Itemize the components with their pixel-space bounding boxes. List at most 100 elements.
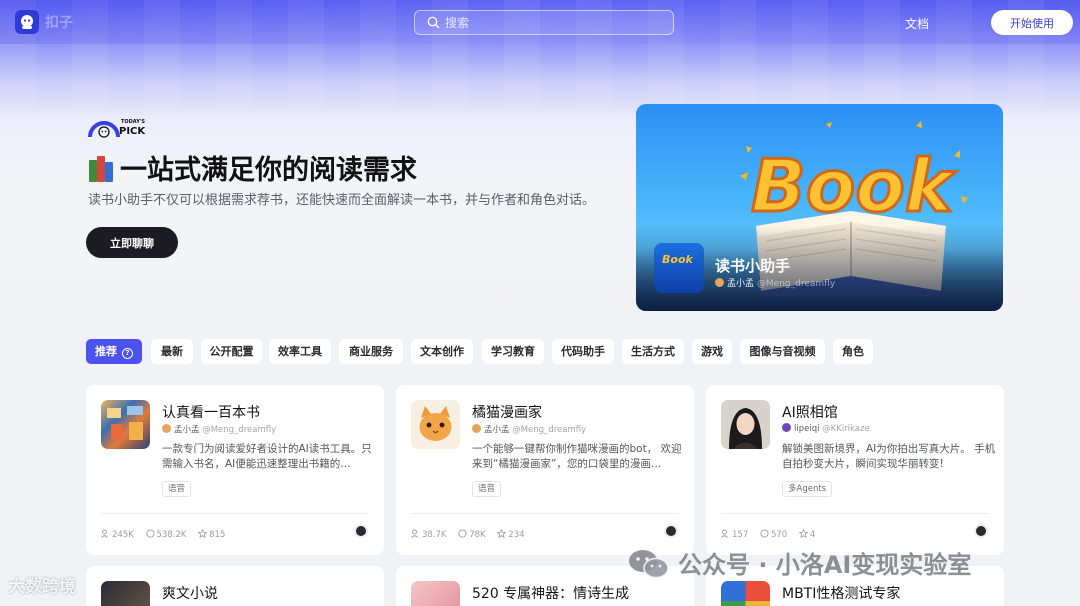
pick-badge-icon [88,121,120,138]
bot-tag: 语音 [472,481,502,497]
tab-characters[interactable]: 角色 [833,339,873,364]
books-icon [88,156,116,182]
user-count: 245K [112,530,134,540]
users-icon [411,529,418,538]
chat-icon [145,529,155,538]
author-handle: @Meng_dreamfly [202,425,277,435]
bot-author[interactable]: lipeiqi @KKirikaze [782,423,870,434]
svg-text:Book: Book [751,144,957,228]
search-box[interactable] [414,10,674,35]
search-input[interactable] [445,14,665,32]
chat-now-button[interactable]: 立即聊聊 [86,227,178,258]
tab-lifestyle[interactable]: 生活方式 [622,339,684,364]
bot-author[interactable]: 孟小孟 @Meng_dreamfly [162,423,276,435]
user-count: 157 [732,530,749,540]
banner-icon-text: Book [662,253,693,266]
author-name: 孟小孟 [174,425,200,435]
tab-education[interactable]: 学习教育 [482,339,544,364]
featured-banner[interactable]: Book Book 读书小助手 孟小孟 @Meng_dreamfly [636,104,1003,311]
banner-author-handle: @Meng_dreamfly [756,279,836,289]
hero-title: 一站式满足你的阅读需求 [120,155,417,186]
users-icon [101,529,108,538]
tab-label: 推荐 [95,345,117,358]
creator-avatar[interactable] [974,524,988,538]
bot-title: AI照相馆 [782,405,838,421]
tab-writing[interactable]: 文本创作 [411,339,473,364]
books-stack-icon [107,406,143,440]
bot-author[interactable]: 孟小孟 @Meng_dreamfly [472,423,586,435]
chat-count: 570 [770,530,788,540]
banner-author: 孟小孟 @Meng_dreamfly [715,276,835,289]
hero-subtitle: 读书小助手不仅可以根据需求荐书，还能快速而全面解读一本书，并与作者和角色对话。 [88,193,596,208]
help-icon: ? [122,348,133,359]
bot-description: 一个能够一键帮你制作猫咪漫画的bot， 欢迎来到“橘猫漫画家”，您的口袋里的漫画… [472,443,682,470]
author-avatar-icon [715,278,724,287]
start-button[interactable]: 开始使用 [991,10,1073,35]
star-icon [197,528,208,539]
tab-business[interactable]: 商业服务 [339,339,403,364]
tab-public-config[interactable]: 公开配置 [201,339,262,364]
coze-logo-icon[interactable] [15,10,39,34]
tab-code-assistant[interactable]: 代码助手 [552,339,614,364]
portrait-icon [729,408,762,449]
chat-icon [458,529,467,538]
author-name: lipeiqi [794,424,820,434]
top-nav: 扣子 文档 开始使用 [0,0,1080,44]
bot-title: MBTI性格测试专家 [782,586,901,602]
badge-top-text: TODAY'S [121,119,145,125]
todays-pick-badge: TODAY'S PICK [88,117,148,139]
bot-tag: 语音 [162,481,192,497]
tab-productivity[interactable]: 效率工具 [269,339,331,364]
star-count: 4 [809,530,816,540]
search-icon [427,16,440,29]
author-avatar-icon [472,424,481,433]
chat-count: 538.2K [156,530,187,540]
user-count: 38.7K [422,530,447,540]
tab-latest[interactable]: 最新 [151,339,193,364]
chat-icon [760,529,769,538]
hero-title-row: 一站式满足你的阅读需求 [88,148,417,187]
bot-stats: 157 570 4 [721,528,824,540]
watermark-text: 公众号 · 小洛AI变现实验室 [678,551,972,579]
card-divider [101,513,369,514]
watermark-text: 大数跨境 [8,577,76,597]
bot-card[interactable]: 认真看一百本书 孟小孟 @Meng_dreamfly 一款专门为阅读爱好者设计的… [86,385,384,555]
bot-avatar [411,581,460,606]
creator-avatar[interactable] [354,524,368,538]
reading-assistant-avatar: Book [654,243,704,293]
bot-card[interactable]: 爽文小说 [86,566,384,606]
bot-title: 520 专属神器：情诗生成 [472,586,630,602]
wechat-icon [628,549,670,579]
bot-card[interactable]: 橘猫漫画家 孟小孟 @Meng_dreamfly 一个能够一键帮你制作猫咪漫画的… [396,385,694,555]
bot-description: 解锁美图新境界，AI为你拍出写真大片。 手机自拍秒变大片，瞬间实现华丽转变! [782,443,996,470]
docs-link[interactable]: 文档 [905,15,929,32]
card-divider [411,513,679,514]
tab-image-av[interactable]: 图像与音视频 [740,339,825,364]
wechat-watermark: 公众号 · 小洛AI变现实验室 [628,545,971,580]
author-avatar-icon [162,424,171,433]
bot-title: 爽文小说 [162,586,218,602]
banner-title: 读书小助手 [715,257,791,275]
author-name: 孟小孟 [484,425,510,435]
creator-avatar[interactable] [664,524,678,538]
badge-main-text: PICK [119,126,146,137]
tab-recommended[interactable]: 推荐? [86,339,142,364]
tab-games[interactable]: 游戏 [692,339,732,364]
bot-card[interactable]: AI照相馆 lipeiqi @KKirikaze 解锁美图新境界，AI为你拍出写… [706,385,1004,555]
bot-stats: 38.7K 78K 234 [411,528,534,540]
orange-cat-icon [419,406,452,441]
bot-avatar [721,400,770,449]
bot-avatar [101,581,150,606]
bot-title: 认真看一百本书 [162,405,260,421]
users-icon [721,529,728,538]
author-avatar-icon [782,423,791,432]
corner-watermark: 大数跨境 [8,572,76,597]
star-icon [496,528,507,539]
author-handle: @Meng_dreamfly [512,425,587,435]
card-divider [721,513,989,514]
star-icon [798,528,809,539]
bot-avatar [101,400,150,449]
bot-title: 橘猫漫画家 [472,405,542,421]
brand-name[interactable]: 扣子 [45,12,73,32]
star-count: 815 [209,530,226,540]
